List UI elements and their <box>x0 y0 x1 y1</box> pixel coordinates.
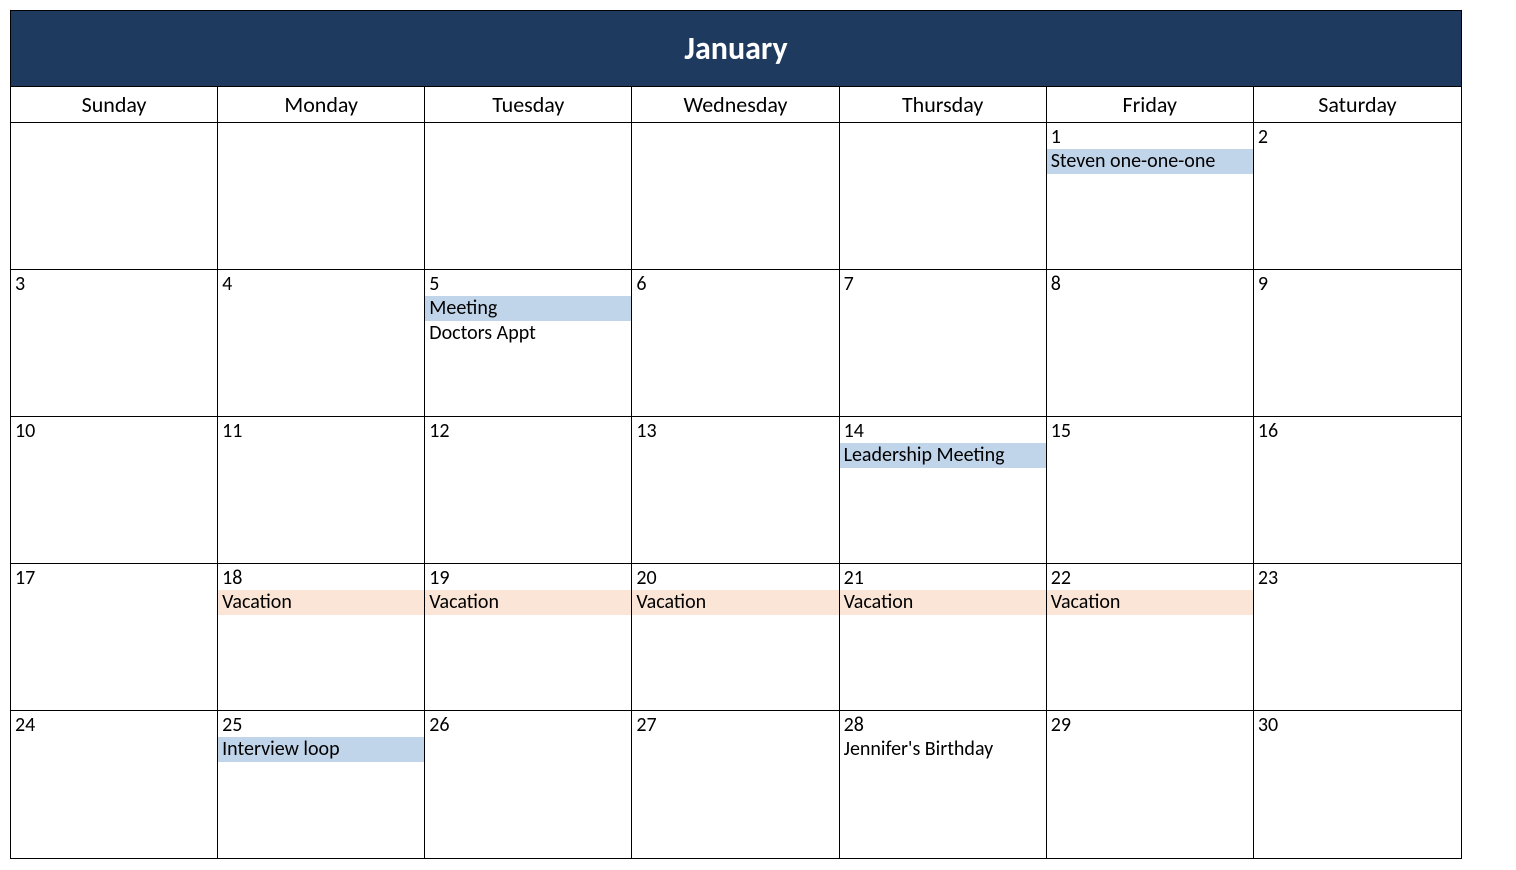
weekday-monday: Monday <box>218 87 425 123</box>
calendar-grid: 1Steven one-one-one2345MeetingDoctors Ap… <box>11 123 1461 858</box>
calendar-day[interactable]: 24 <box>11 711 218 858</box>
calendar-day[interactable]: 9 <box>1254 270 1461 417</box>
day-number: 28 <box>844 713 1042 737</box>
day-number: 14 <box>844 419 1042 443</box>
calendar-event[interactable]: Interview loop <box>218 737 424 762</box>
calendar-day[interactable]: 20Vacation <box>632 564 839 711</box>
calendar-day[interactable]: 11 <box>218 417 425 564</box>
calendar-day[interactable]: 29 <box>1047 711 1254 858</box>
day-number: 30 <box>1258 713 1457 737</box>
day-number: 22 <box>1051 566 1249 590</box>
day-number: 29 <box>1051 713 1249 737</box>
day-number: 19 <box>429 566 627 590</box>
day-number: 12 <box>429 419 627 443</box>
calendar-day[interactable]: 17 <box>11 564 218 711</box>
calendar-day[interactable]: 25Interview loop <box>218 711 425 858</box>
weekday-sunday: Sunday <box>11 87 218 123</box>
day-number: 4 <box>222 272 420 296</box>
calendar-day[interactable] <box>840 123 1047 270</box>
day-number: 23 <box>1258 566 1457 590</box>
day-number: 27 <box>636 713 834 737</box>
calendar-week: 1Steven one-one-one2 <box>11 123 1461 270</box>
calendar-day[interactable] <box>425 123 632 270</box>
day-number: 5 <box>429 272 627 296</box>
calendar-day[interactable]: 3 <box>11 270 218 417</box>
day-number: 13 <box>636 419 834 443</box>
calendar-week: 345MeetingDoctors Appt6789 <box>11 270 1461 417</box>
calendar-event[interactable]: Steven one-one-one <box>1047 149 1253 174</box>
weekday-friday: Friday <box>1047 87 1254 123</box>
calendar-event[interactable]: Meeting <box>425 296 631 321</box>
calendar-event[interactable]: Vacation <box>218 590 424 615</box>
day-number: 18 <box>222 566 420 590</box>
calendar-event[interactable]: Vacation <box>632 590 838 615</box>
day-number: 21 <box>844 566 1042 590</box>
day-number: 6 <box>636 272 834 296</box>
day-number: 1 <box>1051 125 1249 149</box>
calendar-day[interactable]: 26 <box>425 711 632 858</box>
calendar-event[interactable]: Leadership Meeting <box>840 443 1046 468</box>
day-number: 16 <box>1258 419 1457 443</box>
calendar-day[interactable] <box>11 123 218 270</box>
calendar-event[interactable]: Vacation <box>840 590 1046 615</box>
calendar-day[interactable]: 23 <box>1254 564 1461 711</box>
calendar-day[interactable]: 5MeetingDoctors Appt <box>425 270 632 417</box>
day-number: 15 <box>1051 419 1249 443</box>
weekday-header-row: Sunday Monday Tuesday Wednesday Thursday… <box>11 87 1461 123</box>
day-number: 9 <box>1258 272 1457 296</box>
weekday-tuesday: Tuesday <box>425 87 632 123</box>
day-number: 10 <box>15 419 213 443</box>
day-number: 17 <box>15 566 213 590</box>
day-number: 11 <box>222 419 420 443</box>
month-title: January <box>11 11 1461 87</box>
calendar-day[interactable]: 7 <box>840 270 1047 417</box>
calendar-event[interactable]: Doctors Appt <box>425 321 631 346</box>
calendar-day[interactable]: 14Leadership Meeting <box>840 417 1047 564</box>
weekday-thursday: Thursday <box>840 87 1047 123</box>
day-number: 20 <box>636 566 834 590</box>
calendar-day[interactable]: 16 <box>1254 417 1461 564</box>
calendar-day[interactable]: 1Steven one-one-one <box>1047 123 1254 270</box>
calendar-day[interactable]: 2 <box>1254 123 1461 270</box>
weekday-saturday: Saturday <box>1254 87 1461 123</box>
calendar-day[interactable]: 6 <box>632 270 839 417</box>
calendar-week: 1011121314Leadership Meeting1516 <box>11 417 1461 564</box>
calendar-day[interactable]: 21Vacation <box>840 564 1047 711</box>
calendar-day[interactable]: 19Vacation <box>425 564 632 711</box>
weekday-wednesday: Wednesday <box>632 87 839 123</box>
calendar-day[interactable]: 18Vacation <box>218 564 425 711</box>
calendar-event[interactable]: Vacation <box>425 590 631 615</box>
calendar-day[interactable]: 27 <box>632 711 839 858</box>
day-number: 3 <box>15 272 213 296</box>
calendar-day[interactable]: 4 <box>218 270 425 417</box>
calendar-day[interactable]: 8 <box>1047 270 1254 417</box>
calendar-day[interactable] <box>218 123 425 270</box>
calendar-day[interactable]: 10 <box>11 417 218 564</box>
calendar-day[interactable]: 30 <box>1254 711 1461 858</box>
calendar-day[interactable]: 12 <box>425 417 632 564</box>
day-number: 25 <box>222 713 420 737</box>
calendar-week: 1718Vacation19Vacation20Vacation21Vacati… <box>11 564 1461 711</box>
calendar-day[interactable]: 28Jennifer's Birthday <box>840 711 1047 858</box>
calendar-event[interactable]: Vacation <box>1047 590 1253 615</box>
calendar: January Sunday Monday Tuesday Wednesday … <box>10 10 1462 859</box>
calendar-day[interactable]: 22Vacation <box>1047 564 1254 711</box>
day-number: 8 <box>1051 272 1249 296</box>
day-number: 7 <box>844 272 1042 296</box>
day-number: 24 <box>15 713 213 737</box>
calendar-day[interactable]: 13 <box>632 417 839 564</box>
day-number: 26 <box>429 713 627 737</box>
calendar-day[interactable] <box>632 123 839 270</box>
calendar-day[interactable]: 15 <box>1047 417 1254 564</box>
day-number: 2 <box>1258 125 1457 149</box>
calendar-week: 2425Interview loop262728Jennifer's Birth… <box>11 711 1461 858</box>
calendar-event[interactable]: Jennifer's Birthday <box>840 737 1046 762</box>
